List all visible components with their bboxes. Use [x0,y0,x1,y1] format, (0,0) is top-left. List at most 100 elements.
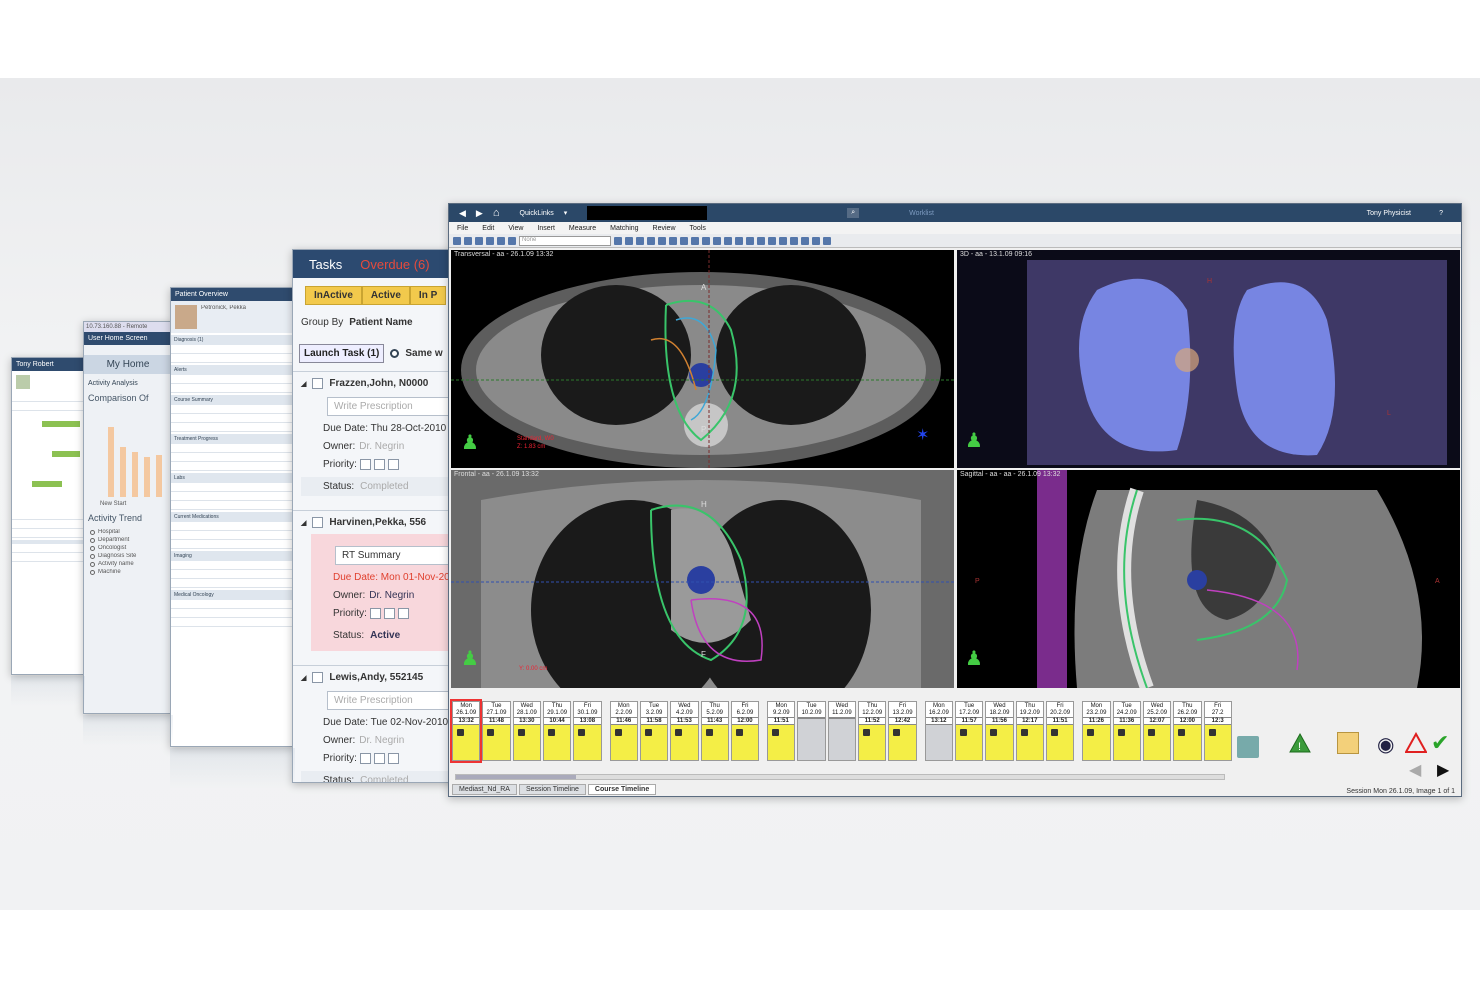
task-name-field[interactable]: Write Prescription [327,397,453,416]
tool-icon[interactable] [702,236,710,245]
timeline-session[interactable]: Thu 29.1.09 10:44 [542,701,572,761]
task-item[interactable]: ◢ Lewis,Andy, 552145 Write Prescription Due… [293,665,453,782]
timeline-session[interactable]: Thu 19.2.09 12:17 [1015,701,1044,761]
tool-icon[interactable] [680,236,688,245]
timeline-session[interactable]: Fri 27.2 12:3 [1203,701,1232,761]
section-header[interactable]: Course Summary [171,395,294,405]
timeline-session[interactable]: Tue 17.2.09 11:57 [955,701,984,761]
tool-icon[interactable] [647,236,655,245]
owner-select[interactable]: Dr. Negrin [359,735,404,746]
status-select[interactable]: Active [370,630,400,641]
timeline-session[interactable]: Wed 25.2.09 12:07 [1142,701,1172,761]
tasks-title[interactable]: Tasks [309,257,342,272]
clipboard-icon[interactable] [1337,732,1359,754]
tool-icon[interactable] [508,236,516,245]
tab-inactive[interactable]: InActive [305,286,362,305]
section-header[interactable]: Diagnosis (1) [171,335,294,345]
tool-icon[interactable] [497,236,505,245]
timeline-session[interactable]: Tue 24.2.09 11:36 [1112,701,1141,761]
timeline-session[interactable]: Tue 10.2.09 [797,701,826,761]
tab-active[interactable]: Active [361,286,410,305]
toolbar-select[interactable]: None [519,235,611,246]
timeline-session[interactable]: Mon 2.2.09 11:46 [609,701,638,761]
timeline-session[interactable]: Tue 3.2.09 11:58 [639,701,669,761]
timeline-session[interactable]: Mon 26.1.09 13:32 [449,699,483,763]
menu-tools[interactable]: Tools [690,225,706,232]
scrollbar-thumb[interactable] [456,775,576,779]
priority-option[interactable] [369,608,381,620]
task-item[interactable]: ◢ Frazzen,John, N0000 Write Prescription Du… [293,371,453,502]
alert-triangle-icon[interactable] [1404,731,1428,754]
menu-file[interactable]: File [457,225,468,232]
status-select[interactable]: Completed [360,481,408,492]
tool-icon[interactable] [779,236,787,245]
owner-select[interactable]: Dr. Negrin [369,590,414,601]
timeline-session[interactable]: Thu 5.2.09 11:43 [700,701,729,761]
viewport-3d[interactable]: 3D - aa - 13.1.09 09:16 H L ♟ [957,250,1460,468]
timeline-session[interactable]: Fri 30.1.09 13:08 [573,701,602,761]
viewport-sagittal[interactable]: Sagittal - aa - aa - 26.1.09 13:32 P A ♟ [957,470,1460,688]
timeline-session[interactable]: Tue 27.1.09 11:48 [482,701,511,761]
section-header[interactable]: Treatment Progress [171,434,294,444]
eye-icon[interactable]: ◉ [1377,732,1399,756]
warning-icon[interactable]: ! [1289,732,1311,754]
tab-session-timeline[interactable]: Session Timeline [518,784,586,795]
task-name-field[interactable]: Write Prescription [327,691,453,711]
tool-icon[interactable] [724,236,732,245]
timeline-session[interactable]: Thu 26.2.09 12:00 [1173,701,1202,761]
priority-option[interactable] [383,608,395,620]
expand-icon[interactable] [1237,736,1259,758]
timeline-session[interactable]: Thu 12.2.09 11:52 [858,701,887,761]
tab-in-progress[interactable]: In P [409,286,447,305]
priority-option[interactable] [397,608,409,620]
timeline-session[interactable]: Fri 20.2.09 11:51 [1045,701,1075,761]
viewport-transversal[interactable]: Transversal - aa - 26.1.09 13:32 Standar… [451,250,954,468]
timeline-scrollbar[interactable] [455,774,1225,780]
menu-edit[interactable]: Edit [482,225,494,232]
menu-review[interactable]: Review [653,225,676,232]
help-icon[interactable]: ? [1439,210,1443,217]
priority-option[interactable] [359,459,371,470]
collapse-icon[interactable]: ◢ [301,380,306,388]
tool-icon[interactable] [669,236,677,245]
section-header[interactable]: Medical Oncology [171,590,294,600]
menu-insert[interactable]: Insert [537,225,555,232]
tool-icon[interactable] [823,236,831,245]
timeline-session[interactable]: Mon 23.2.09 11:26 [1082,701,1111,761]
option-item[interactable]: Hospital [90,529,172,535]
timeline-session[interactable]: Mon 9.2.09 11:51 [767,701,796,761]
viewport-frontal[interactable]: Frontal - aa - 26.1.09 13:32 H F Y: 0.00… [451,470,954,688]
collapse-icon[interactable]: ◢ [301,519,306,527]
radio-button[interactable] [90,553,95,559]
task-checkbox[interactable] [312,517,324,529]
tool-icon[interactable] [475,236,483,245]
option-item[interactable]: Activity name [90,561,172,567]
collapse-icon[interactable]: ◢ [301,674,306,682]
status-select[interactable]: Completed [360,775,408,782]
back-icon[interactable]: ◀ [459,208,466,219]
priority-option[interactable] [387,753,399,765]
timeline-session[interactable]: Wed 28.1.09 13:30 [512,701,541,761]
group-by-value[interactable]: Patient Name [349,317,412,328]
tab-mediast-nd-ra[interactable]: Mediast_Nd_RA [452,784,517,795]
forward-icon[interactable]: ▶ [476,208,483,219]
tool-icon[interactable] [812,236,820,245]
tab-course-timeline[interactable]: Course Timeline [587,784,657,795]
task-name-field[interactable]: RT Summary [335,546,453,566]
tool-icon[interactable] [486,236,494,245]
radio-button[interactable] [90,545,95,551]
section-header[interactable]: Alerts [171,365,294,375]
timeline-session[interactable]: Fri 13.2.09 12:42 [888,701,917,761]
home-icon[interactable]: ⌂ [493,207,500,219]
priority-option[interactable] [387,459,399,470]
tool-icon[interactable] [757,236,765,245]
same-window-radio[interactable] [390,349,400,358]
menu-view[interactable]: View [508,225,523,232]
timeline-session[interactable]: Wed 18.2.09 11:56 [985,701,1014,761]
timeline-session[interactable]: Fri 6.2.09 12:00 [730,701,760,761]
task-checkbox[interactable] [312,672,324,684]
tool-icon[interactable] [658,236,666,245]
tool-icon[interactable] [453,236,461,245]
tool-icon[interactable] [713,236,721,245]
overdue-link[interactable]: Overdue (6) [360,257,429,272]
